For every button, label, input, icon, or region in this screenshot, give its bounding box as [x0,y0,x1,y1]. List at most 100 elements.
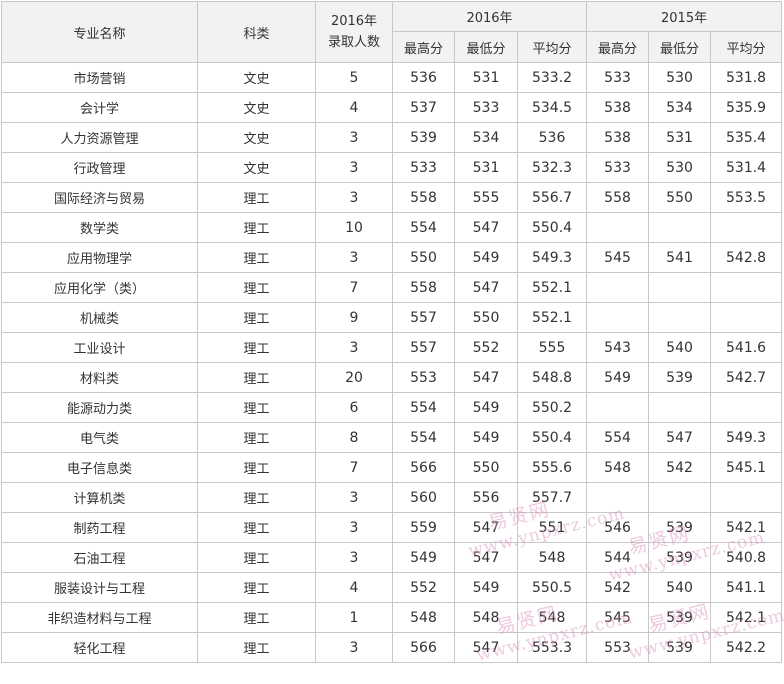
cell-2015-avg: 542.2 [710,632,783,663]
cell-2016-avg: 550.4 [516,212,588,243]
cell-2015-max [586,212,650,243]
cell-2016-avg: 550.5 [516,572,588,603]
cell-admitted-count: 3 [315,632,393,663]
cell-2015-min [648,392,712,423]
cell-category: 理工 [197,632,316,663]
cell-admitted-count: 7 [315,272,393,303]
table-row: 非织造材料与工程 理工 1 548 548 548 545 539 542.1 [1,602,783,633]
cell-2016-max: 552 [392,572,455,603]
table-row: 国际经济与贸易 理工 3 558 555 556.7 558 550 553.5 [1,182,783,213]
cell-2015-max: 545 [586,602,650,633]
table-row: 计算机类 理工 3 560 556 557.7 [1,482,783,513]
cell-2016-avg: 552.1 [516,272,588,303]
table-body: 市场营销 文史 5 536 531 533.2 533 530 531.8 会计学 文史 4 537 53… [1,62,783,663]
page: 专业名称 科类 2016年 录取人数 2016年 2015年 最高分 最低分 平… [0,0,784,684]
cell-major: 应用物理学 [1,242,198,273]
cell-2016-max: 550 [392,242,455,273]
cell-2015-avg [710,392,783,423]
header-major: 专业名称 [1,1,198,63]
cell-2016-avg: 533.2 [516,62,588,93]
cell-2015-max [586,482,650,513]
cell-2015-min: 539 [648,512,712,543]
cell-2015-avg [710,482,783,513]
cell-2015-min [648,482,712,513]
cell-2016-avg: 555 [516,332,588,363]
cell-2015-avg: 535.9 [710,92,783,123]
cell-2015-max: 538 [586,92,650,123]
cell-2015-max [586,302,650,333]
cell-major: 国际经济与贸易 [1,182,198,213]
cell-category: 理工 [197,302,316,333]
cell-category: 理工 [197,242,316,273]
cell-major: 能源动力类 [1,392,198,423]
cell-2016-avg: 556.7 [516,182,588,213]
cell-major: 电子信息类 [1,452,198,483]
cell-major: 会计学 [1,92,198,123]
cell-2015-min: 540 [648,332,712,363]
cell-2015-max: 533 [586,152,650,183]
cell-admitted-count: 10 [315,212,393,243]
cell-2016-max: 539 [392,122,455,153]
cell-category: 文史 [197,92,316,123]
table-row: 工业设计 理工 3 557 552 555 543 540 541.6 [1,332,783,363]
header-2015-min: 最低分 [648,31,712,63]
cell-2015-avg: 541.1 [710,572,783,603]
header-year-2016: 2016年 [391,1,588,32]
cell-category: 理工 [197,602,316,633]
cell-major: 服装设计与工程 [1,572,198,603]
cell-admitted-count: 6 [315,392,393,423]
cell-2015-avg: 531.8 [710,62,783,93]
cell-2016-avg: 534.5 [516,92,588,123]
cell-2015-min: 540 [648,572,712,603]
table-row: 人力资源管理 文史 3 539 534 536 538 531 535.4 [1,122,783,153]
cell-2015-max: 549 [586,362,650,393]
cell-2016-min: 547 [454,212,518,243]
cell-2015-avg: 549.3 [710,422,783,453]
cell-2015-avg: 542.1 [710,512,783,543]
cell-category: 理工 [197,332,316,363]
table-row: 行政管理 文史 3 533 531 532.3 533 530 531.4 [1,152,783,183]
cell-admitted-count: 3 [315,182,393,213]
cell-2015-min: 531 [648,122,712,153]
cell-2015-max: 548 [586,452,650,483]
table-row: 机械类 理工 9 557 550 552.1 [1,302,783,333]
cell-major: 制药工程 [1,512,198,543]
header-2016-min: 最低分 [454,31,518,63]
cell-2016-min: 552 [454,332,518,363]
cell-2016-max: 566 [392,632,455,663]
cell-admitted-count: 3 [315,542,393,573]
cell-category: 文史 [197,152,316,183]
cell-2015-max [586,392,650,423]
cell-2015-min: 550 [648,182,712,213]
cell-2016-avg: 550.2 [516,392,588,423]
cell-2015-min [648,272,712,303]
cell-admitted-count: 3 [315,332,393,363]
cell-2016-max: 554 [392,212,455,243]
table-row: 数学类 理工 10 554 547 550.4 [1,212,783,243]
cell-2016-max: 557 [392,302,455,333]
cell-2015-avg: 545.1 [710,452,783,483]
cell-2015-avg: 542.7 [710,362,783,393]
table-row: 轻化工程 理工 3 566 547 553.3 553 539 542.2 [1,632,783,663]
cell-2016-min: 547 [454,272,518,303]
cell-2016-min: 534 [454,122,518,153]
cell-2016-avg: 552.1 [516,302,588,333]
cell-major: 计算机类 [1,482,198,513]
cell-2015-avg: 535.4 [710,122,783,153]
cell-2016-max: 537 [392,92,455,123]
cell-2016-avg: 557.7 [516,482,588,513]
cell-2016-avg: 532.3 [516,152,588,183]
table-row: 市场营销 文史 5 536 531 533.2 533 530 531.8 [1,62,783,93]
cell-2015-max: 546 [586,512,650,543]
cell-2016-max: 553 [392,362,455,393]
cell-2016-max: 566 [392,452,455,483]
cell-category: 理工 [197,212,316,243]
table-row: 材料类 理工 20 553 547 548.8 549 539 542.7 [1,362,783,393]
cell-major: 工业设计 [1,332,198,363]
cell-category: 理工 [197,392,316,423]
cell-2016-max: 533 [392,152,455,183]
header-category: 科类 [197,1,316,63]
cell-2016-avg: 549.3 [516,242,588,273]
cell-2016-max: 536 [392,62,455,93]
cell-admitted-count: 3 [315,152,393,183]
